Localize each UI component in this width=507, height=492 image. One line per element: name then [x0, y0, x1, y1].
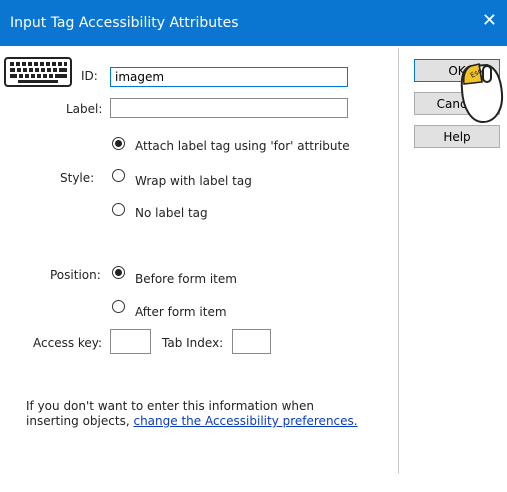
footer-text: inserting objects,: [26, 414, 130, 428]
footer-line-1: If you don't want to enter this informat…: [26, 399, 314, 413]
radio-after-form-item-label: After form item: [135, 305, 227, 319]
radio-before-form-item-label: Before form item: [135, 272, 237, 286]
accessibility-preferences-link[interactable]: change the Accessibility preferences.: [133, 414, 357, 428]
radio-before-form-item[interactable]: [112, 266, 125, 279]
radio-no-label-text: No label tag: [135, 206, 208, 220]
help-button[interactable]: Help: [414, 125, 500, 148]
access-key-input[interactable]: [110, 329, 151, 354]
position-label: Position:: [50, 268, 101, 282]
tab-index-label: Tab Index:: [162, 336, 224, 350]
label-input[interactable]: [110, 98, 348, 118]
style-label: Style:: [60, 171, 95, 185]
close-icon[interactable]: ✕: [482, 12, 497, 30]
window-title: Input Tag Accessibility Attributes: [10, 15, 239, 31]
mouse-click-icon: Esq: [460, 63, 504, 124]
keyboard-icon: [4, 57, 72, 87]
radio-attach-for-label: Attach label tag using 'for' attribute: [135, 139, 350, 153]
vertical-separator: [398, 48, 399, 474]
radio-wrap-label-text: Wrap with label tag: [135, 174, 252, 188]
radio-wrap-label[interactable]: [112, 169, 125, 182]
radio-attach-for[interactable]: [112, 137, 125, 150]
tab-index-input[interactable]: [232, 329, 271, 354]
radio-no-label[interactable]: [112, 203, 125, 216]
id-label: ID:: [81, 69, 98, 83]
label-label: Label:: [66, 102, 103, 116]
access-key-label: Access key:: [33, 336, 103, 350]
radio-after-form-item[interactable]: [112, 300, 125, 313]
footer-line-2: inserting objects, change the Accessibil…: [26, 414, 358, 428]
title-bar: Input Tag Accessibility Attributes ✕: [0, 0, 507, 46]
id-input[interactable]: [110, 67, 348, 87]
